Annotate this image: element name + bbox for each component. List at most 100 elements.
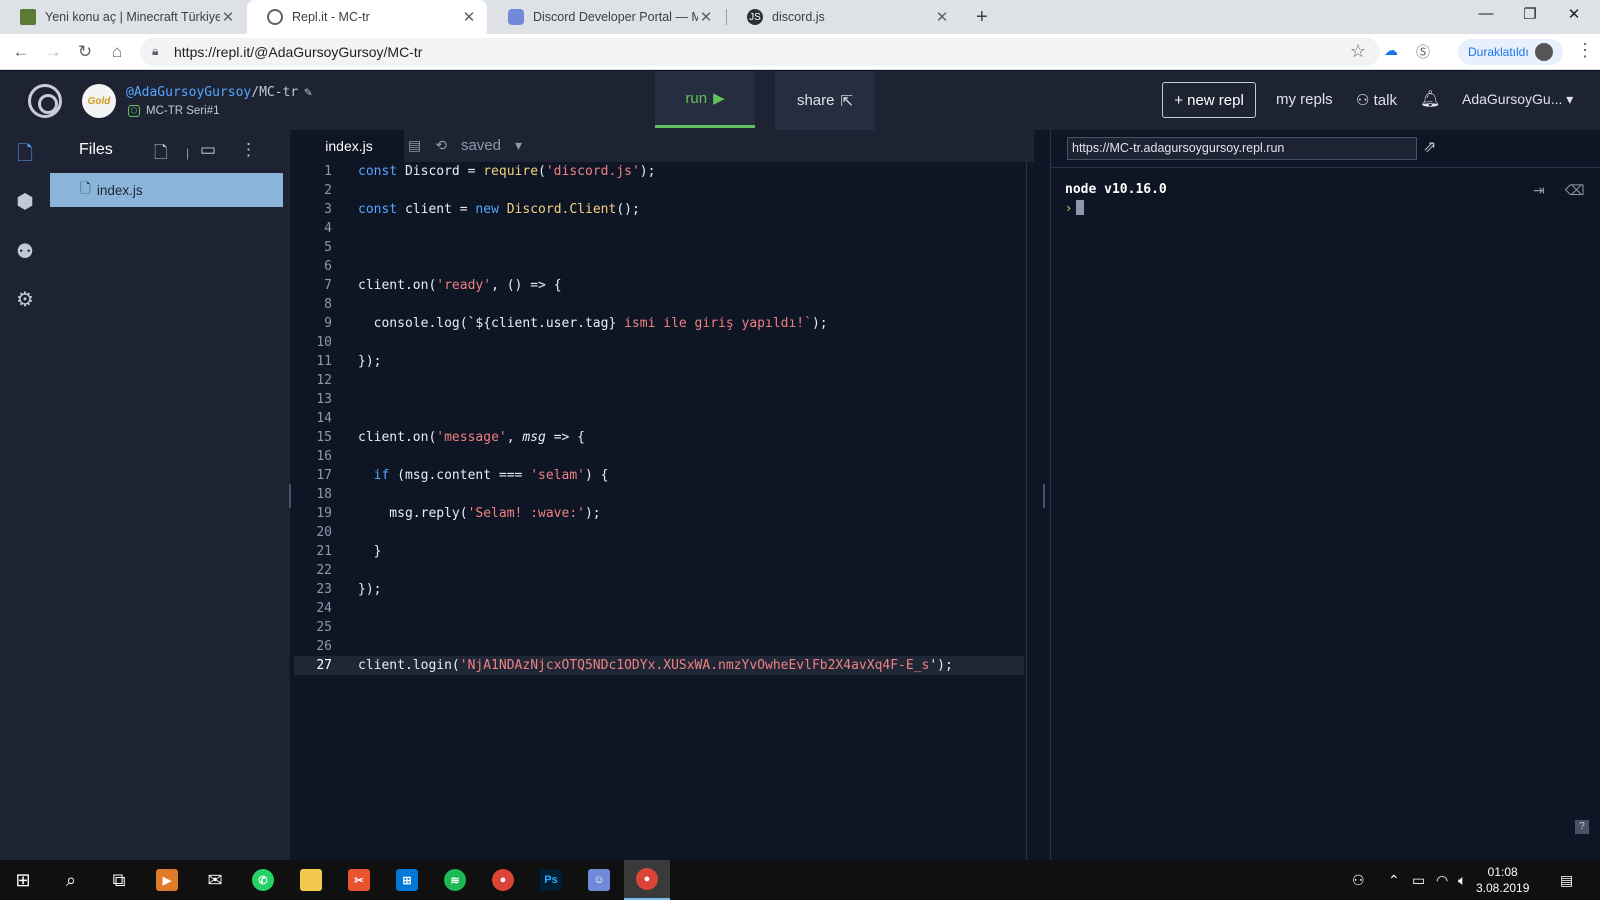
line-number: 1: [324, 164, 332, 179]
edit-pencil-icon[interactable]: ✎: [304, 85, 312, 100]
restore-icon[interactable]: ❐: [1508, 5, 1552, 23]
discord-icon: [508, 9, 524, 25]
add-file-icon[interactable]: 🗋: [154, 140, 168, 169]
my-repls-link[interactable]: my repls: [1276, 91, 1333, 108]
code-text: const client = new Discord.Client();: [358, 202, 640, 217]
help-button[interactable]: ?: [1575, 820, 1589, 834]
files-header: Files: [79, 141, 113, 158]
photoshop-icon[interactable]: Ps: [528, 860, 574, 900]
console-cursor: [1076, 200, 1085, 215]
console-resize-handle[interactable]: [1043, 484, 1045, 508]
settings-gear-icon[interactable]: ⚙: [13, 288, 37, 312]
browser-tab-discord-dev[interactable]: Discord Developer Portal — My / ✕: [488, 0, 724, 34]
app-icon[interactable]: ✂: [336, 860, 382, 900]
whatsapp-icon[interactable]: ✆: [240, 860, 286, 900]
open-external-icon[interactable]: ⇗: [1423, 137, 1436, 157]
code-editor[interactable]: 1 const Discord = require('discord.js'); …: [294, 162, 1024, 860]
panel-resize-handle[interactable]: [289, 484, 291, 508]
code-text: console.log(`${client.user.tag} ismi ile…: [358, 316, 828, 331]
repl-owner[interactable]: @AdaGursoyGursoy: [126, 85, 251, 100]
add-folder-icon[interactable]: ▭: [200, 140, 216, 160]
files-more-icon[interactable]: ⋮: [240, 140, 257, 160]
forward-arrow-icon[interactable]: →: [42, 42, 64, 62]
video-app-icon[interactable]: ▶: [144, 860, 190, 900]
window-close-icon[interactable]: ✕: [1552, 5, 1596, 23]
code-line: 11});: [294, 352, 1024, 371]
volume-icon[interactable]: 🔈︎: [1458, 872, 1466, 889]
browser-tab-replit[interactable]: Repl.it - MC-tr ✕: [247, 0, 487, 34]
new-tab-icon[interactable]: +: [976, 6, 988, 29]
code-line: 15 client.on('message', msg => {: [294, 428, 1024, 447]
file-item-index-js[interactable]: 🗋 index.js: [50, 173, 283, 207]
repl-description: MC-TR Seri#1: [146, 105, 220, 117]
user-menu[interactable]: AdaGursoyGu... ▾: [1462, 91, 1573, 108]
talk-link[interactable]: ⚇ talk: [1356, 91, 1397, 109]
clear-console-icon[interactable]: ⌫: [1565, 182, 1585, 199]
minimize-icon[interactable]: —: [1464, 5, 1508, 22]
home-icon[interactable]: ⌂: [106, 42, 128, 62]
browser-menu-icon[interactable]: ⋮: [1576, 40, 1594, 61]
close-icon[interactable]: ✕: [461, 8, 477, 26]
tab-title: discord.js: [772, 10, 825, 24]
task-view-icon[interactable]: ⧉: [96, 860, 142, 900]
profile-status-label: Duraklatıldı: [1468, 45, 1529, 59]
wifi-icon[interactable]: ◠: [1436, 872, 1448, 889]
packages-icon[interactable]: ⬢: [13, 190, 37, 214]
close-icon[interactable]: ✕: [698, 8, 714, 26]
replit-logo-icon[interactable]: [28, 84, 62, 118]
bookmark-star-icon[interactable]: ☆: [1350, 41, 1366, 62]
console-prompt[interactable]: ›: [1065, 200, 1085, 215]
line-number: 11: [316, 354, 332, 369]
search-icon[interactable]: ⌕: [48, 860, 94, 900]
people-tray-icon[interactable]: ⚇: [1352, 872, 1365, 889]
document-icon[interactable]: ▤: [408, 137, 421, 154]
tab-index-js[interactable]: index.js: [294, 130, 404, 162]
store-icon[interactable]: ⊞: [384, 860, 430, 900]
chevron-down-icon: ▾: [1566, 91, 1574, 107]
notifications-icon[interactable]: ▤: [1560, 872, 1573, 889]
system-clock[interactable]: 01:08 3.08.2019: [1476, 864, 1529, 896]
spotify-icon[interactable]: ≋: [432, 860, 478, 900]
mail-icon[interactable]: ✉: [192, 860, 238, 900]
chrome-icon[interactable]: ●: [480, 860, 526, 900]
files-icon[interactable]: 🗋: [13, 142, 37, 166]
cloud-extension-icon[interactable]: ☁: [1384, 42, 1398, 59]
browser-tab-discordjs[interactable]: JS discord.js ✕: [727, 0, 960, 34]
chevron-up-icon[interactable]: ⌃: [1388, 872, 1400, 889]
browser-tab-minecraft[interactable]: Yeni konu aç | Minecraft Türkiye ✕: [0, 0, 246, 34]
profile-avatar: [1534, 43, 1553, 61]
run-button[interactable]: run ▶: [655, 71, 755, 128]
multiplayer-icon[interactable]: ⚉: [13, 240, 37, 264]
console-input-icon[interactable]: ⇥: [1533, 182, 1545, 199]
file-explorer-icon[interactable]: [288, 860, 334, 900]
back-arrow-icon[interactable]: ←: [10, 42, 32, 62]
minecraft-icon: [20, 9, 36, 25]
code-line: 4: [294, 219, 1024, 238]
code-text: msg.reply('Selam! :wave:');: [358, 506, 601, 521]
reload-icon[interactable]: ↻: [74, 42, 96, 62]
history-icon[interactable]: ⟲: [435, 137, 447, 154]
close-icon[interactable]: ✕: [934, 8, 950, 26]
battery-icon[interactable]: ▭: [1412, 872, 1425, 889]
discord-app-icon[interactable]: ☺: [576, 860, 622, 900]
code-line: 13: [294, 390, 1024, 409]
repl-avatar[interactable]: Gold: [82, 84, 116, 118]
share-button[interactable]: share ⇱: [775, 71, 875, 130]
notification-bell-icon[interactable]: 🔔︎: [1420, 89, 1440, 109]
chevron-down-icon[interactable]: ▾: [515, 137, 522, 154]
windows-start-icon[interactable]: ⊞: [0, 860, 46, 900]
new-repl-button[interactable]: + new repl: [1162, 82, 1256, 118]
line-number: 8: [324, 297, 332, 312]
s-extension-icon[interactable]: Ⓢ: [1416, 42, 1430, 62]
address-bar[interactable]: 🔒︎ https://repl.it/@AdaGursoyGursoy/MC-t…: [140, 38, 1380, 66]
line-number: 18: [316, 487, 332, 502]
line-number: 16: [316, 449, 332, 464]
code-text: if (msg.content === 'selam') {: [373, 468, 609, 483]
chrome-active-icon[interactable]: ●: [624, 860, 670, 900]
editor-toolbar: ▤ ⟲ saved ▾: [408, 137, 522, 154]
clock-date: 3.08.2019: [1476, 881, 1530, 895]
profile-paused-button[interactable]: Duraklatıldı: [1458, 39, 1563, 65]
line-number: 27: [316, 658, 332, 673]
preview-url-field[interactable]: https://MC-tr.adagursoygursoy.repl.run: [1067, 137, 1417, 160]
close-icon[interactable]: ✕: [220, 8, 236, 26]
